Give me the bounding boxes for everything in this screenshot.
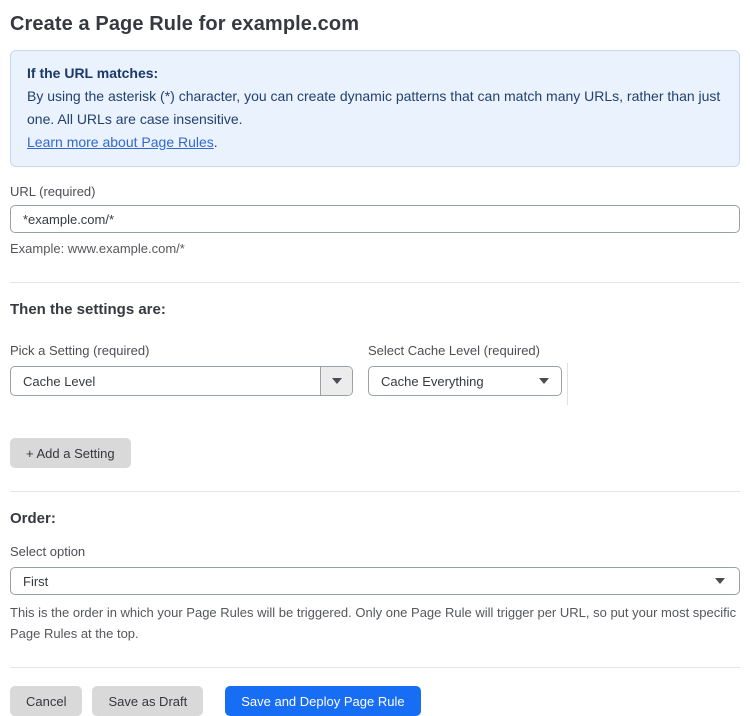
page-rule-form: Create a Page Rule for example.com If th…: [0, 0, 750, 716]
learn-more-link[interactable]: Learn more about Page Rules: [27, 134, 214, 150]
order-select-value: First: [23, 573, 49, 589]
chevron-down-icon: [331, 378, 342, 384]
cache-level-column: Select Cache Level (required) Cache Ever…: [368, 343, 562, 405]
settings-heading: Then the settings are:: [10, 301, 166, 318]
pick-setting-select[interactable]: Cache Level: [10, 366, 353, 396]
chevron-down-icon: [715, 578, 725, 584]
cache-level-select[interactable]: Cache Everything: [368, 366, 562, 396]
page-title: Create a Page Rule for example.com: [10, 13, 360, 35]
pick-setting-column: Pick a Setting (required) Cache Level: [10, 343, 353, 405]
url-example-hint: Example: www.example.com/*: [10, 241, 185, 256]
setting-group-divider: [567, 363, 568, 405]
url-label: URL (required): [10, 184, 96, 199]
order-heading: Order:: [10, 510, 56, 527]
info-box-heading: If the URL matches:: [27, 65, 159, 81]
order-select[interactable]: First: [10, 567, 740, 595]
cache-level-label: Select Cache Level (required): [368, 343, 540, 358]
order-hint: This is the order in which your Page Rul…: [10, 605, 737, 641]
divider: [10, 282, 740, 283]
info-box-link-line: Learn more about Page Rules.: [27, 131, 723, 154]
divider: [10, 667, 740, 668]
link-suffix: .: [213, 134, 218, 150]
settings-row: Pick a Setting (required) Cache Level Se…: [10, 343, 740, 405]
url-input[interactable]: [10, 205, 740, 233]
chevron-down-icon: [539, 378, 549, 384]
add-setting-button[interactable]: + Add a Setting: [10, 438, 131, 468]
info-box-body: By using the asterisk (*) character, you…: [27, 88, 721, 127]
pick-setting-value: Cache Level: [23, 373, 96, 389]
divider: [10, 491, 740, 492]
dropdown-arrow-button[interactable]: [320, 367, 352, 395]
url-match-info-box: If the URL matches: By using the asteris…: [10, 50, 740, 167]
cache-level-value: Cache Everything: [381, 373, 484, 389]
order-select-label: Select option: [10, 544, 86, 559]
pick-setting-label: Pick a Setting (required): [10, 343, 150, 358]
